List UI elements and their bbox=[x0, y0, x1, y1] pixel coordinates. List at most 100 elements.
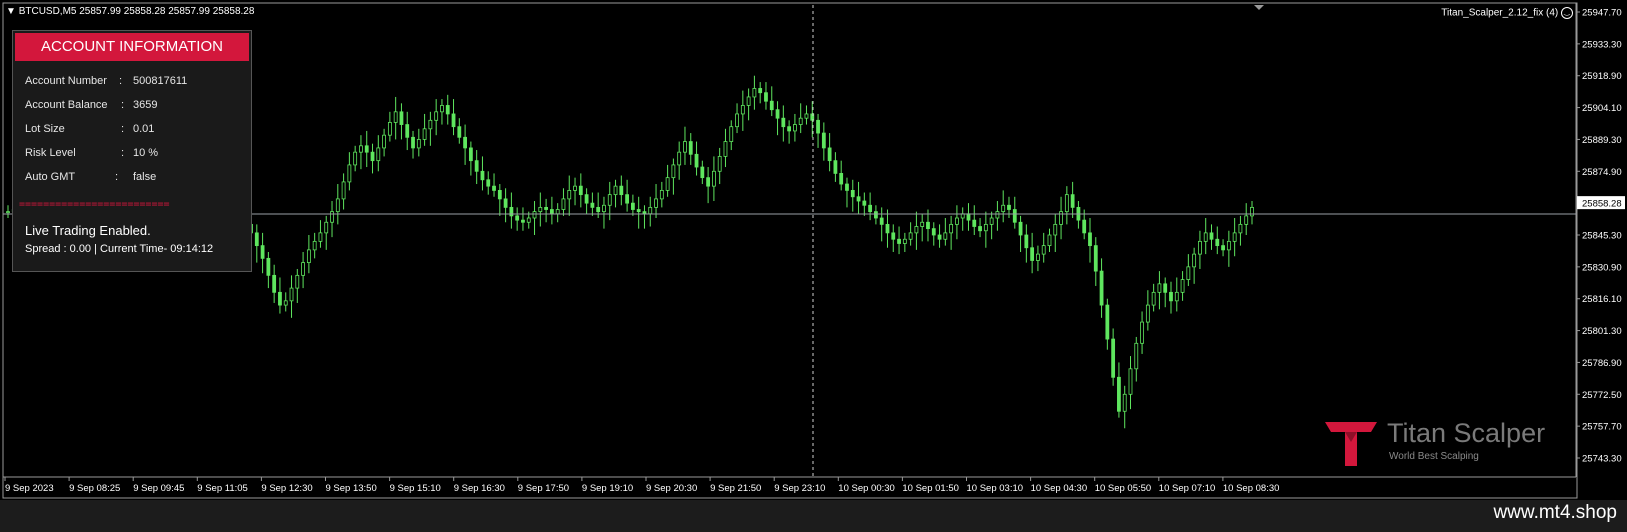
row-value: false bbox=[133, 171, 157, 183]
time-tick-label: 10 Sep 00:30 bbox=[838, 483, 895, 494]
candle-body bbox=[428, 119, 433, 130]
candle-body bbox=[1157, 283, 1162, 293]
time-tick-label: 9 Sep 2023 bbox=[5, 483, 54, 494]
watermark-url: www.mt4.shop bbox=[1493, 502, 1617, 523]
time-tick-label: 9 Sep 19:10 bbox=[582, 483, 633, 494]
candle-body bbox=[347, 164, 352, 183]
row-separator: : bbox=[119, 75, 123, 87]
candle-body bbox=[1215, 238, 1220, 247]
candle-body bbox=[306, 249, 311, 264]
row-separator: : bbox=[121, 123, 125, 135]
candle-body bbox=[1209, 232, 1214, 240]
candle-body bbox=[1024, 234, 1029, 249]
row-separator: : bbox=[115, 171, 119, 183]
candle-body bbox=[1174, 291, 1179, 302]
price-tick-label: 25786.90 bbox=[1582, 358, 1622, 369]
candle-body bbox=[1221, 245, 1225, 251]
candle-body bbox=[289, 287, 294, 302]
scroll-marker-icon[interactable] bbox=[1254, 5, 1264, 10]
candle-body bbox=[902, 238, 907, 244]
candle-body bbox=[561, 198, 566, 210]
candle-body bbox=[434, 111, 439, 121]
candle-body bbox=[677, 151, 682, 166]
time-tick-label: 9 Sep 13:50 bbox=[326, 483, 377, 494]
symbol-info[interactable]: ▼ BTCUSD,M5 25857.99 25858.28 25857.99 2… bbox=[6, 6, 254, 17]
candle-body bbox=[874, 211, 878, 219]
candle-body bbox=[359, 145, 363, 153]
chart-menu-icon[interactable]: ▼ bbox=[6, 6, 16, 17]
symbol-quote: BTCUSD,M5 25857.99 25858.28 25857.99 258… bbox=[18, 6, 255, 17]
candle-body bbox=[793, 124, 797, 132]
chart-window[interactable]: 25947.70 25933.30 25918.90 25904.10 25889.30… bbox=[0, 0, 1627, 500]
candle-body bbox=[746, 96, 751, 106]
panel-title: ACCOUNT INFORMATION bbox=[15, 33, 249, 61]
candle-body bbox=[573, 185, 577, 191]
candle-body bbox=[659, 189, 664, 200]
row-value: 0.01 bbox=[133, 123, 155, 135]
price-tick-label: 25947.70 bbox=[1582, 8, 1622, 19]
price-tick-label: 25757.70 bbox=[1582, 422, 1622, 433]
candle-body bbox=[607, 194, 612, 206]
candle-body bbox=[920, 221, 925, 227]
candle-body bbox=[850, 189, 855, 198]
time-tick-label: 9 Sep 15:10 bbox=[390, 483, 441, 494]
time-axis: 9 Sep 2023 9 Sep 08:25 9 Sep 09:45 9 Sep 11… bbox=[4, 477, 1279, 494]
candle-body bbox=[978, 226, 982, 232]
candle-body bbox=[1163, 283, 1168, 293]
row-label: Lot Size bbox=[25, 123, 65, 135]
candle-body bbox=[1111, 338, 1116, 378]
candle-body bbox=[1053, 223, 1058, 236]
time-tick-label: 9 Sep 09:45 bbox=[133, 483, 184, 494]
row-label: Risk Level bbox=[25, 147, 76, 159]
candle-body bbox=[943, 232, 948, 240]
candle-body bbox=[1169, 291, 1173, 302]
candle-body bbox=[521, 219, 525, 223]
candle-body bbox=[983, 223, 988, 232]
candle-body bbox=[283, 300, 288, 306]
candle-body bbox=[1134, 342, 1139, 370]
candle-body bbox=[885, 223, 890, 234]
candle-body bbox=[272, 274, 277, 293]
candle-body bbox=[671, 164, 676, 179]
candle-body bbox=[1151, 291, 1156, 306]
candle-body bbox=[295, 274, 300, 289]
candle-body bbox=[775, 109, 780, 119]
candle-body bbox=[908, 232, 913, 240]
candle-body bbox=[1186, 266, 1191, 281]
candle-body bbox=[1093, 245, 1098, 272]
candle-body bbox=[330, 211, 334, 223]
candle-body bbox=[486, 179, 491, 187]
candle-body bbox=[1036, 253, 1040, 261]
candle-body bbox=[706, 177, 711, 187]
candle-body bbox=[312, 240, 317, 251]
candle-body bbox=[1198, 240, 1202, 255]
candle-body bbox=[544, 206, 549, 210]
price-tick-label: 25743.30 bbox=[1582, 454, 1622, 465]
candle-body bbox=[931, 228, 936, 236]
candle-body bbox=[602, 204, 606, 213]
candle-body bbox=[868, 204, 873, 213]
candle-body bbox=[781, 117, 786, 128]
candle-body bbox=[1238, 223, 1243, 234]
candle-body bbox=[382, 134, 386, 149]
row-label: Account Number bbox=[25, 75, 107, 87]
titan-logo-icon bbox=[1325, 422, 1377, 466]
candle-body bbox=[266, 257, 271, 276]
candle-body bbox=[440, 105, 444, 113]
price-tick-label: 25858.28 bbox=[1582, 199, 1622, 210]
time-tick-label: 10 Sep 01:50 bbox=[902, 483, 959, 494]
row-value: 10 % bbox=[133, 147, 159, 159]
candle-body bbox=[966, 213, 971, 221]
expert-advisor-label[interactable]: Titan_Scalper_2.12_fix (4) ‿ bbox=[1441, 7, 1573, 19]
candle-body bbox=[816, 119, 820, 134]
price-tick-label: 25904.10 bbox=[1582, 103, 1622, 114]
candle-body bbox=[497, 189, 502, 200]
time-tick-label: 9 Sep 16:30 bbox=[454, 483, 505, 494]
candle-body bbox=[914, 226, 919, 234]
candle-body bbox=[416, 139, 421, 149]
time-tick-label: 10 Sep 07:10 bbox=[1159, 483, 1216, 494]
candle-body bbox=[318, 232, 323, 242]
candle-body bbox=[324, 221, 329, 234]
time-tick-label: 10 Sep 05:50 bbox=[1095, 483, 1152, 494]
smiley-icon[interactable]: ‿ bbox=[1561, 7, 1573, 19]
